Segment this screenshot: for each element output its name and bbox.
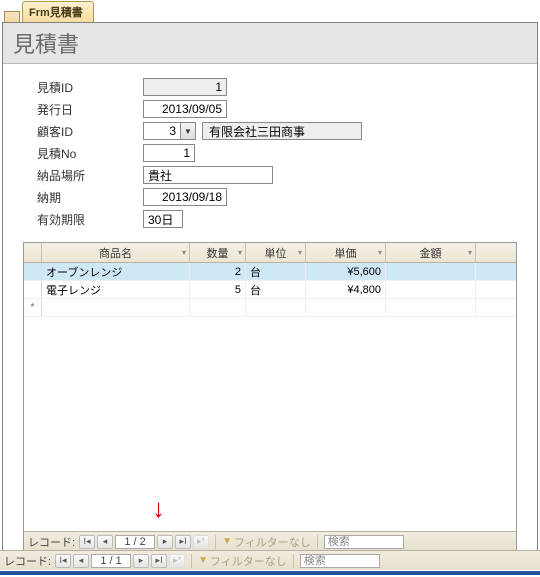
nav-position[interactable]: 1 / 2 [115, 535, 155, 549]
nav-label: レコード: [4, 553, 51, 569]
col-header-amount-label: 金額 [420, 245, 442, 261]
field-quote-no[interactable]: 1 [143, 144, 195, 162]
field-issue-date[interactable]: 2013/09/05 [143, 100, 227, 118]
label-delivery-place: 納品場所 [37, 167, 143, 184]
cell-qty[interactable]: 5 [190, 281, 246, 298]
col-header-amount[interactable]: 金額 ▾ [386, 243, 476, 262]
nav-next-button[interactable]: ▸ [157, 535, 173, 549]
filter-status-label: フィルターなし [210, 553, 287, 569]
new-row-marker: * [24, 299, 42, 316]
search-input[interactable]: 検索 [300, 554, 380, 568]
separator [317, 535, 318, 549]
cell-unit[interactable]: 台 [246, 263, 306, 280]
col-header-name-label: 商品名 [99, 245, 132, 261]
annotation-arrow-icon: ↓ [152, 493, 165, 524]
col-header-qty-label: 数量 [207, 245, 229, 261]
filter-icon: ▼ [198, 555, 208, 566]
table-row[interactable]: オーブンレンジ 2 台 ¥5,600 [24, 263, 516, 281]
cell-price[interactable] [306, 299, 386, 316]
nav-prev-button[interactable]: ◂ [73, 554, 89, 568]
subform-record-nav: レコード: I◂ ◂ 1 / 2 ▸ ▸I ▸* ▼フィルターなし 検索 [24, 531, 516, 551]
cell-name[interactable] [42, 299, 190, 316]
nav-first-button[interactable]: I◂ [79, 535, 95, 549]
field-customer-id[interactable]: 3 [143, 122, 181, 140]
chevron-down-icon: ▾ [378, 248, 382, 257]
page-title: 見積書 [3, 23, 537, 64]
cell-name[interactable]: 電子レンジ [42, 281, 190, 298]
grid-selector-head[interactable] [24, 243, 42, 262]
row-selector[interactable] [24, 281, 42, 298]
filter-status[interactable]: ▼フィルターなし [198, 553, 287, 569]
separator [191, 554, 192, 568]
line-items-grid: 商品名 ▾ 数量 ▾ 単位 ▾ 単価 ▾ 金額 ▾ オーブンレンジ 2 台 ¥5,600 … [23, 242, 517, 552]
cell-amount[interactable] [386, 263, 476, 280]
nav-new-button[interactable]: ▸* [193, 535, 209, 549]
customer-dropdown-button[interactable]: ▼ [181, 122, 196, 140]
field-customer-name: 有限会社三田商事 [202, 122, 362, 140]
nav-prev-button[interactable]: ◂ [97, 535, 113, 549]
label-quote-id: 見積ID [37, 79, 143, 96]
cell-amount[interactable] [386, 299, 476, 316]
status-bar [0, 571, 540, 575]
label-delivery-date: 納期 [37, 189, 143, 206]
filter-status-label: フィルターなし [234, 534, 311, 550]
search-input[interactable]: 検索 [324, 535, 404, 549]
cell-unit[interactable]: 台 [246, 281, 306, 298]
table-row[interactable]: 電子レンジ 5 台 ¥4,800 [24, 281, 516, 299]
nav-first-button[interactable]: I◂ [55, 554, 71, 568]
cell-price[interactable]: ¥5,600 [306, 263, 386, 280]
label-valid-period: 有効期限 [37, 211, 143, 228]
cell-qty[interactable] [190, 299, 246, 316]
cell-name[interactable]: オーブンレンジ [42, 263, 190, 280]
filter-icon: ▼ [222, 536, 232, 547]
field-quote-id: 1 [143, 78, 227, 96]
chevron-down-icon: ▾ [468, 248, 472, 257]
form-fields: 見積ID 1 発行日 2013/09/05 顧客ID 3▼ 有限会社三田商事 見… [3, 64, 537, 236]
field-delivery-date[interactable]: 2013/09/18 [143, 188, 227, 206]
grid-body: オーブンレンジ 2 台 ¥5,600 電子レンジ 5 台 ¥4,800 * [24, 263, 516, 531]
form-shell: 見積書 見積ID 1 発行日 2013/09/05 顧客ID 3▼ 有限会社三田… [2, 22, 538, 555]
cell-amount[interactable] [386, 281, 476, 298]
nav-next-button[interactable]: ▸ [133, 554, 149, 568]
col-header-name[interactable]: 商品名 ▾ [42, 243, 190, 262]
nav-position[interactable]: 1 / 1 [91, 554, 131, 568]
nav-label: レコード: [28, 534, 75, 550]
col-header-price-label: 単価 [335, 245, 357, 261]
separator [293, 554, 294, 568]
nav-last-button[interactable]: ▸I [175, 535, 191, 549]
field-delivery-place[interactable]: 貴社 [143, 166, 273, 184]
new-row[interactable]: * [24, 299, 516, 317]
label-issue-date: 発行日 [37, 101, 143, 118]
cell-unit[interactable] [246, 299, 306, 316]
separator [215, 535, 216, 549]
field-valid-period[interactable]: 30日 [143, 210, 183, 228]
chevron-down-icon: ▾ [238, 248, 242, 257]
col-header-qty[interactable]: 数量 ▾ [190, 243, 246, 262]
nav-last-button[interactable]: ▸I [151, 554, 167, 568]
label-customer-id: 顧客ID [37, 123, 143, 140]
col-header-price[interactable]: 単価 ▾ [306, 243, 386, 262]
row-selector[interactable] [24, 263, 42, 280]
chevron-down-icon: ▾ [298, 248, 302, 257]
cell-qty[interactable]: 2 [190, 263, 246, 280]
nav-new-button[interactable]: ▸* [169, 554, 185, 568]
form-tab[interactable]: Frm見積書 [22, 1, 94, 22]
filter-status[interactable]: ▼フィルターなし [222, 534, 311, 550]
chevron-down-icon: ▾ [182, 248, 186, 257]
col-header-unit-label: 単位 [265, 245, 287, 261]
label-quote-no: 見積No [37, 145, 143, 162]
main-record-nav: レコード: I◂ ◂ 1 / 1 ▸ ▸I ▸* ▼フィルターなし 検索 [0, 550, 540, 570]
col-header-unit[interactable]: 単位 ▾ [246, 243, 306, 262]
cell-price[interactable]: ¥4,800 [306, 281, 386, 298]
